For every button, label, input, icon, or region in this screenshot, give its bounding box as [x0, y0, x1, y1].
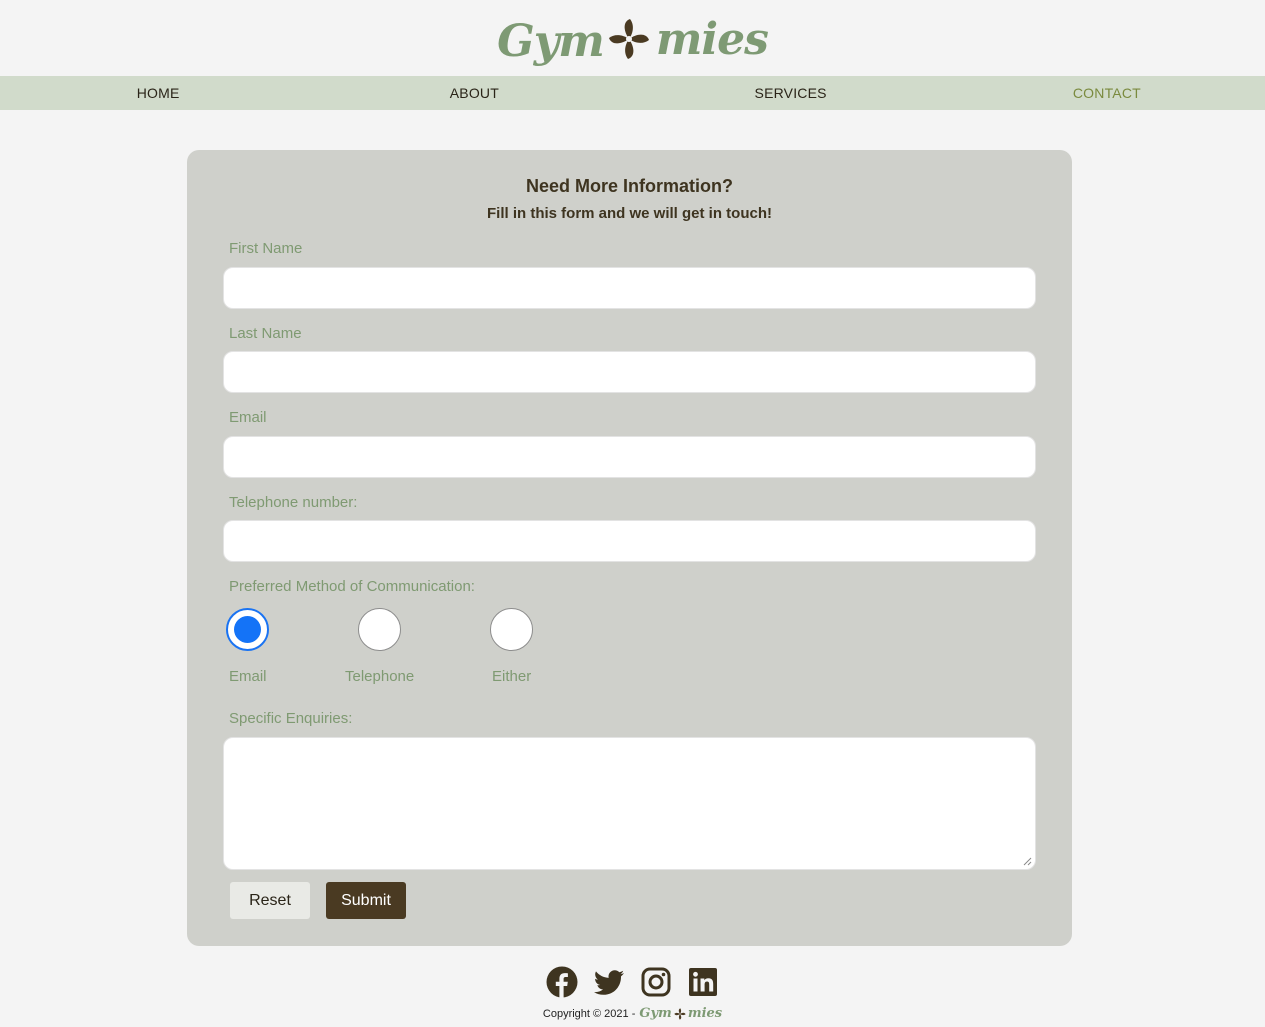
- radio-email[interactable]: [226, 608, 269, 651]
- resize-grip-icon[interactable]: [1023, 857, 1032, 866]
- radio-either[interactable]: [490, 608, 533, 651]
- pinwheel-logo-icon: [674, 1007, 686, 1020]
- radio-either-label: Either: [492, 668, 532, 685]
- form-subtitle: Fill in this form and we will get in tou…: [487, 205, 772, 222]
- twitter-icon[interactable]: [593, 966, 625, 998]
- copyright-text: Copyright © 2021 -: [542, 1007, 636, 1020]
- submit-button[interactable]: Submit: [326, 882, 406, 919]
- email-label: Email: [229, 409, 267, 426]
- contact-form-card: Need More Information? Fill in this form…: [187, 150, 1072, 946]
- header: Gym mies: [0, 0, 1265, 76]
- footer-logo-left: Gym: [639, 1006, 672, 1021]
- telephone-input[interactable]: [223, 520, 1036, 562]
- enquiries-label: Specific Enquiries:: [229, 710, 353, 727]
- nav-item-contact[interactable]: CONTACT: [949, 85, 1265, 101]
- facebook-icon[interactable]: [546, 966, 578, 998]
- first-name-input[interactable]: [223, 267, 1036, 309]
- radio-email-label: Email: [229, 668, 267, 685]
- site-logo[interactable]: Gym mies: [497, 12, 769, 67]
- first-name-label: First Name: [229, 240, 303, 257]
- pinwheel-logo-icon: [608, 19, 649, 59]
- reset-button[interactable]: Reset: [230, 882, 310, 919]
- linkedin-icon[interactable]: [687, 966, 719, 998]
- nav-item-services[interactable]: SERVICES: [633, 85, 949, 101]
- instagram-icon[interactable]: [640, 966, 672, 998]
- footer-logo: Gym mies: [639, 1006, 722, 1021]
- email-input[interactable]: [223, 436, 1036, 478]
- radio-telephone-label: Telephone: [345, 668, 415, 685]
- nav-item-home[interactable]: HOME: [0, 85, 316, 101]
- logo-text-left: Gym: [497, 15, 605, 67]
- logo-text-right: mies: [655, 13, 769, 65]
- enquiries-textarea[interactable]: [223, 737, 1036, 870]
- telephone-label: Telephone number:: [229, 494, 358, 511]
- nav-item-about[interactable]: ABOUT: [316, 85, 632, 101]
- copyright: Copyright © 2021 - Gym mies: [0, 1006, 1265, 1021]
- preferred-method-label: Preferred Method of Communication:: [229, 578, 475, 595]
- last-name-input[interactable]: [223, 351, 1036, 393]
- main-nav: HOME ABOUT SERVICES CONTACT: [0, 76, 1265, 110]
- last-name-label: Last Name: [229, 325, 302, 342]
- radio-telephone[interactable]: [358, 608, 401, 651]
- social-links: [0, 966, 1265, 998]
- form-title: Need More Information?: [525, 176, 733, 196]
- footer-logo-right: mies: [687, 1006, 723, 1021]
